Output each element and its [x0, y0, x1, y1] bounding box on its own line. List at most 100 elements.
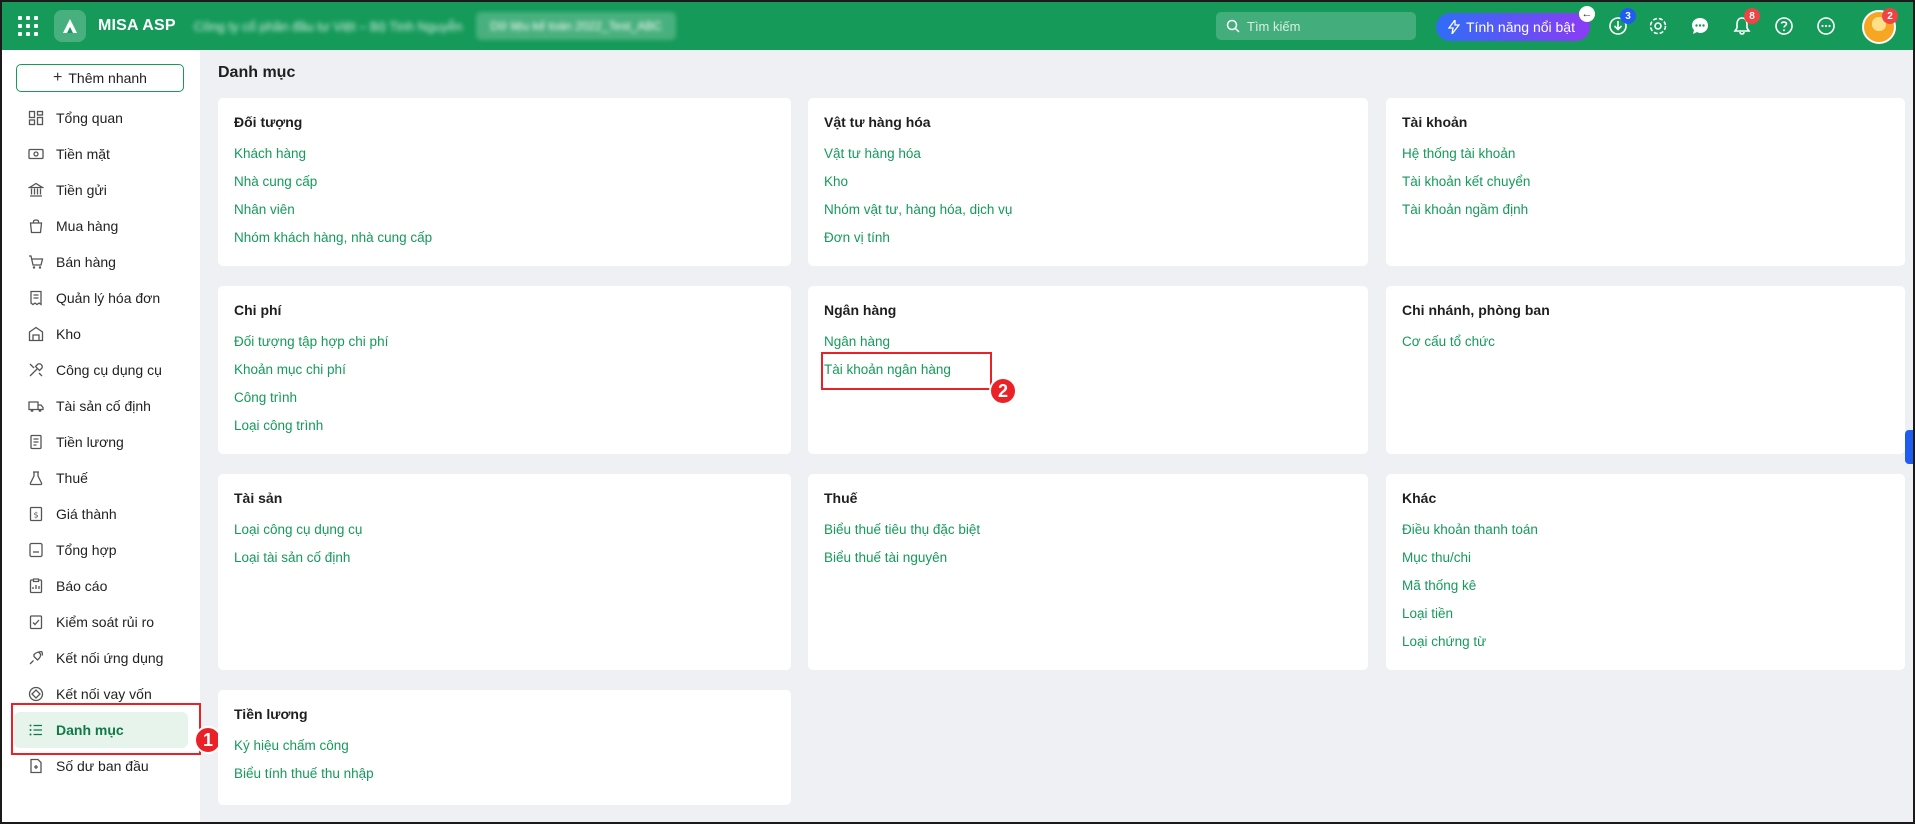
link-nhan-vien[interactable]: Nhân viên: [234, 196, 775, 224]
category-card-vat-tu-hang-hoa: Vật tư hàng hóa Vật tư hàng hóa Kho Nhóm…: [808, 98, 1368, 266]
link-khach-hang[interactable]: Khách hàng: [234, 140, 775, 168]
sidebar-item-label: Tổng quan: [56, 110, 123, 126]
search-box[interactable]: [1216, 12, 1416, 40]
page-title: Danh mục: [218, 64, 296, 81]
collapse-arrow-icon[interactable]: ←: [1579, 6, 1595, 22]
sidebar-item-label: Tài sản cố định: [56, 398, 151, 414]
download-icon[interactable]: 3: [1606, 8, 1636, 38]
link-ma-thong-ke[interactable]: Mã thống kê: [1402, 572, 1889, 600]
misa-logo-icon: [54, 10, 86, 42]
sidebar-item-label: Mua hàng: [56, 218, 119, 234]
sidebar-item-label: Kiểm soát rủi ro: [56, 614, 155, 630]
sidebar-item-cong-cu-dung-cu[interactable]: Công cụ dụng cụ: [14, 352, 188, 388]
sidebar-item-quan-ly-hoa-don[interactable]: Quản lý hóa đơn: [14, 280, 188, 316]
link-dieu-khoan-thanh-toan[interactable]: Điều khoản thanh toán: [1402, 516, 1889, 544]
link-doi-tuong-tap-hop-chi-phi[interactable]: Đối tượng tập hợp chi phí: [234, 328, 775, 356]
svg-text:$: $: [33, 511, 38, 520]
database-selector[interactable]: Dữ liệu kế toán 2022_Test_ABC: [476, 12, 676, 40]
sidebar-item-ban-hang[interactable]: Bán hàng: [14, 244, 188, 280]
link-khoan-muc-chi-phi[interactable]: Khoản mục chi phí: [234, 356, 775, 384]
main-content: Danh mục Đối tượng Khách hàng Nhà cung c…: [200, 50, 1913, 822]
category-card-tai-san: Tài sản Loại công cụ dụng cụ Loại tài sả…: [218, 474, 791, 670]
side-panel-toggle[interactable]: [1905, 430, 1913, 464]
link-cong-trinh[interactable]: Công trình: [234, 384, 775, 412]
sidebar-item-label: Quản lý hóa đơn: [56, 290, 161, 306]
highlight-box-step-2: [821, 352, 992, 390]
link-loai-chung-tu[interactable]: Loại chứng từ: [1402, 628, 1889, 656]
card-title: Khác: [1402, 490, 1437, 506]
card-title: Tài sản: [234, 490, 283, 506]
category-card-doi-tuong: Đối tượng Khách hàng Nhà cung cấp Nhân v…: [218, 98, 791, 266]
more-options-icon[interactable]: [1814, 14, 1838, 38]
category-card-chi-nhanh-phong-ban: Chi nhánh, phòng ban Cơ cấu tổ chức: [1386, 286, 1905, 454]
notification-badge: 8: [1744, 8, 1760, 24]
sidebar-item-label: Tiền mặt: [56, 146, 110, 162]
bank-icon: [28, 182, 44, 197]
user-avatar[interactable]: 2: [1862, 8, 1898, 44]
risk-icon: [29, 615, 43, 630]
link-tai-khoan-ngam-dinh[interactable]: Tài khoản ngầm định: [1402, 196, 1889, 224]
settings-gear-icon[interactable]: [1646, 14, 1670, 38]
card-title: Chi nhánh, phòng ban: [1402, 302, 1550, 318]
cart-icon: [29, 255, 44, 269]
sidebar-item-mua-hang[interactable]: Mua hàng: [14, 208, 188, 244]
link-loai-tien[interactable]: Loại tiền: [1402, 600, 1889, 628]
link-nha-cung-cap[interactable]: Nhà cung cấp: [234, 168, 775, 196]
sidebar-item-tien-mat[interactable]: Tiền mặt: [14, 136, 188, 172]
link-kho[interactable]: Kho: [824, 168, 1352, 196]
plug-icon: [29, 650, 44, 665]
link-he-thong-tai-khoan[interactable]: Hệ thống tài khoản: [1402, 140, 1889, 168]
app-launcher-icon[interactable]: [16, 14, 40, 38]
link-ky-hieu-cham-cong[interactable]: Ký hiệu chấm công: [234, 732, 775, 760]
link-vat-tu-hang-hoa[interactable]: Vật tư hàng hóa: [824, 140, 1352, 168]
highlight-box-step-1: [11, 703, 201, 755]
search-input[interactable]: [1247, 18, 1407, 34]
link-nhom-vat-tu[interactable]: Nhóm vật tư, hàng hóa, dịch vụ: [824, 196, 1352, 224]
notification-bell-icon[interactable]: 8: [1730, 8, 1760, 38]
sidebar-nav: Tổng quan Tiền mặt Tiền gửi Mua hàng Bán…: [14, 100, 188, 784]
sidebar-item-tien-luong[interactable]: Tiền lương: [14, 424, 188, 460]
link-bieu-thue-tieu-thu-dac-biet[interactable]: Biểu thuế tiêu thụ đặc biệt: [824, 516, 1352, 544]
sidebar-item-label: Số dư ban đầu: [56, 758, 149, 774]
truck-icon: [28, 401, 44, 412]
sidebar-item-gia-thanh[interactable]: $ Giá thành: [14, 496, 188, 532]
link-muc-thu-chi[interactable]: Mục thu/chi: [1402, 544, 1889, 572]
sidebar-item-tai-san-co-dinh[interactable]: Tài sản cố định: [14, 388, 188, 424]
quick-add-button[interactable]: + Thêm nhanh: [16, 64, 184, 92]
featured-features-button[interactable]: Tính năng nổi bật: [1436, 13, 1590, 41]
chat-icon[interactable]: [1688, 14, 1712, 38]
category-card-thue: Thuế Biểu thuế tiêu thụ đặc biệt Biểu th…: [808, 474, 1368, 670]
card-title: Ngân hàng: [824, 302, 897, 318]
link-loai-cong-cu-dung-cu[interactable]: Loại công cụ dụng cụ: [234, 516, 775, 544]
tax-icon: [29, 471, 43, 486]
app-window: MISA ASP Công ty cổ phần đầu tư Việt – B…: [0, 0, 1915, 824]
sidebar-item-tong-quan[interactable]: Tổng quan: [14, 100, 188, 136]
link-don-vi-tinh[interactable]: Đơn vị tính: [824, 224, 1352, 252]
link-bieu-thue-tai-nguyen[interactable]: Biểu thuế tài nguyên: [824, 544, 1352, 572]
card-title: Đối tượng: [234, 114, 303, 130]
link-loai-cong-trinh[interactable]: Loại công trình: [234, 412, 775, 440]
sidebar-item-bao-cao[interactable]: Báo cáo: [14, 568, 188, 604]
link-nhom-khach-hang-ncc[interactable]: Nhóm khách hàng, nhà cung cấp: [234, 224, 775, 252]
link-loai-tai-san-co-dinh[interactable]: Loại tài sản cố định: [234, 544, 775, 572]
avatar-badge: 2: [1882, 8, 1898, 24]
company-name[interactable]: Công ty cổ phần đầu tư Việt – Bộ Tinh Ng…: [194, 19, 463, 34]
featured-features-label: Tính năng nổi bật: [1466, 19, 1575, 35]
sidebar-item-label: Thuế: [56, 470, 88, 486]
card-title: Thuế: [824, 490, 858, 506]
sidebar-item-kiem-soat-rui-ro[interactable]: Kiểm soát rủi ro: [14, 604, 188, 640]
sidebar-item-ket-noi-ung-dung[interactable]: Kết nối ứng dụng: [14, 640, 188, 676]
sidebar-item-tong-hop[interactable]: Tổng hợp: [14, 532, 188, 568]
help-icon[interactable]: [1772, 14, 1796, 38]
link-co-cau-to-chuc[interactable]: Cơ cấu tổ chức: [1402, 328, 1889, 356]
warehouse-icon: [28, 326, 44, 342]
link-bieu-tinh-thue-thu-nhap[interactable]: Biểu tính thuế thu nhập: [234, 760, 775, 788]
sidebar-item-kho[interactable]: Kho: [14, 316, 188, 352]
sidebar-item-label: Báo cáo: [56, 578, 108, 594]
dashboard-icon: [28, 110, 44, 126]
category-card-chi-phi: Chi phí Đối tượng tập hợp chi phí Khoản …: [218, 286, 791, 454]
sidebar-item-tien-gui[interactable]: Tiền gửi: [14, 172, 188, 208]
sidebar-item-label: Kết nối ứng dụng: [56, 650, 164, 666]
link-tai-khoan-ket-chuyen[interactable]: Tài khoản kết chuyển: [1402, 168, 1889, 196]
sidebar-item-thue[interactable]: Thuế: [14, 460, 188, 496]
